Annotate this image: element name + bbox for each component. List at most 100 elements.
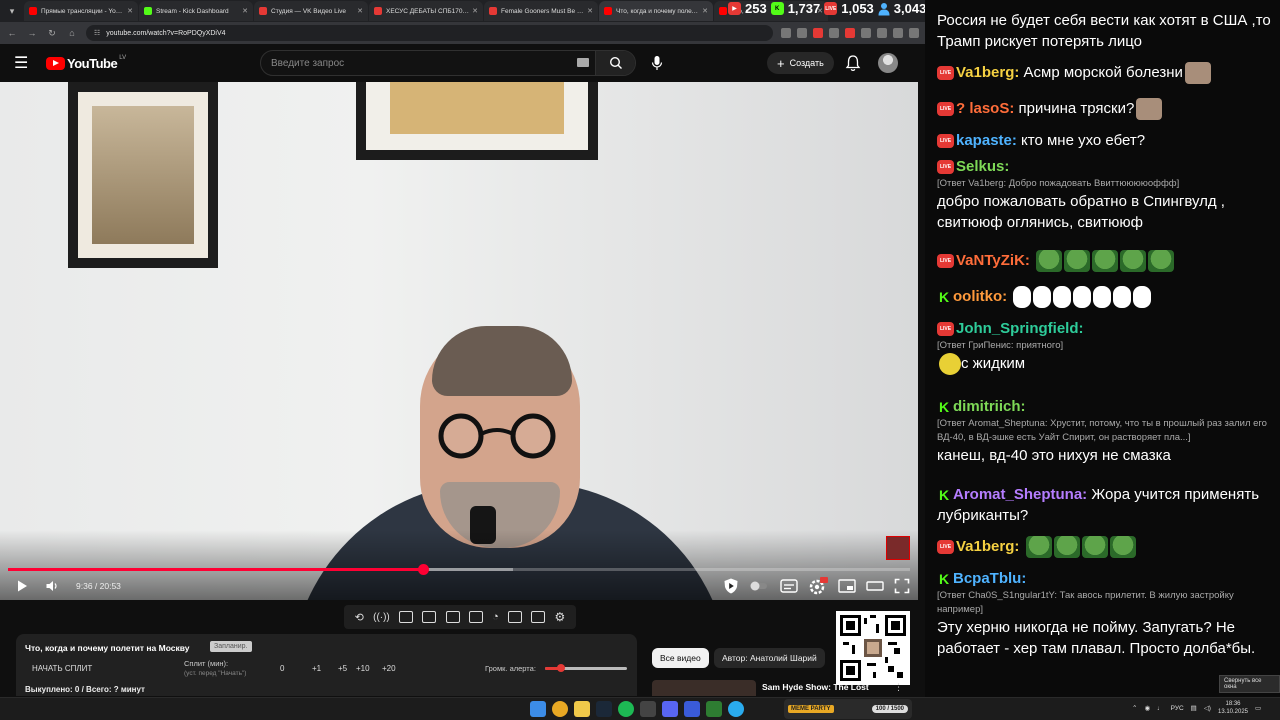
recommendation-menu-icon[interactable]: ⋮ bbox=[894, 682, 903, 693]
download-icon[interactable] bbox=[877, 28, 887, 38]
add-1-button[interactable]: +1 bbox=[312, 664, 321, 673]
browser-tab[interactable]: Студия — VK Видео Live ✕ bbox=[254, 1, 368, 21]
profile-icon[interactable] bbox=[893, 28, 903, 38]
tray-arrow-icon[interactable]: ⌃ bbox=[1132, 704, 1137, 712]
chat-username[interactable]: VaNTyZiK: bbox=[956, 252, 1030, 269]
clock[interactable]: 18:36 13.10.2025 bbox=[1218, 700, 1248, 716]
browser-tab[interactable]: Прямые трансляции - YouTube✕ bbox=[24, 1, 138, 21]
chat-username[interactable]: Va1berg: bbox=[956, 64, 1019, 81]
fullscreen-icon[interactable] bbox=[894, 578, 910, 594]
alert-volume-knob[interactable] bbox=[557, 664, 566, 672]
location-icon[interactable]: ◉ bbox=[1144, 704, 1150, 712]
loop-icon[interactable]: ⟲ bbox=[355, 611, 364, 624]
shield-play-icon[interactable] bbox=[722, 577, 740, 595]
tab-search-icon[interactable]: ▾ bbox=[4, 3, 20, 19]
reload-icon[interactable]: ↻ bbox=[46, 28, 58, 39]
microphone-tray-icon[interactable]: ♩ bbox=[1157, 705, 1164, 712]
chip-all-videos[interactable]: Все видео bbox=[652, 648, 709, 668]
discord-icon[interactable] bbox=[662, 701, 678, 717]
search-button[interactable] bbox=[595, 51, 635, 75]
chat-username[interactable]: Aromat_Sheptuna: bbox=[953, 486, 1087, 503]
app-icon[interactable] bbox=[706, 701, 722, 717]
create-button[interactable]: + Создать bbox=[767, 52, 834, 74]
tab-close-icon[interactable]: ✕ bbox=[472, 7, 478, 15]
tab-close-icon[interactable]: ✕ bbox=[127, 7, 133, 15]
theater-mode-icon[interactable] bbox=[866, 580, 884, 592]
filmstrip-icon[interactable] bbox=[468, 611, 483, 623]
alert-volume-slider[interactable] bbox=[545, 664, 627, 672]
autoplay-toggle-icon[interactable] bbox=[750, 580, 770, 592]
avatar[interactable] bbox=[878, 53, 898, 73]
menu-kebab-icon[interactable] bbox=[909, 28, 919, 38]
browser-tab[interactable]: Stream - Kick Dashboard ✕ bbox=[139, 1, 253, 21]
speed-gauge-icon[interactable]: ◔ bbox=[492, 611, 499, 623]
explorer-folder-icon[interactable] bbox=[574, 701, 590, 717]
recommendation-title[interactable]: Sam Hyde Show: The Lost bbox=[762, 682, 869, 692]
chat-username[interactable]: ? lasoS: bbox=[956, 100, 1014, 117]
chat-username[interactable]: oolitko: bbox=[953, 288, 1007, 305]
chrome-icon[interactable] bbox=[552, 701, 568, 717]
extension-settings-icon[interactable]: ⚙ bbox=[555, 610, 566, 624]
voice-search-button[interactable] bbox=[646, 52, 668, 74]
extension-icon[interactable] bbox=[829, 28, 839, 38]
notifications-bell-icon[interactable] bbox=[844, 54, 862, 72]
add-clip-icon[interactable] bbox=[508, 611, 523, 623]
home-icon[interactable]: ⌂ bbox=[66, 28, 78, 38]
extension-icon[interactable] bbox=[845, 28, 855, 38]
address-bar[interactable]: ☷ youtube.com/watch?v=RoPDQyXDiV4 bbox=[86, 25, 773, 41]
add-5-button[interactable]: +5 bbox=[338, 664, 347, 673]
youtube-logo[interactable]: YouTube LV bbox=[46, 55, 126, 71]
broadcast-icon[interactable]: ((·)) bbox=[373, 612, 390, 623]
extension-icon[interactable] bbox=[781, 28, 791, 38]
miniplayer-icon[interactable] bbox=[838, 579, 856, 593]
chat-username[interactable]: ВсраTblu: bbox=[953, 570, 1026, 587]
forward-icon[interactable]: → bbox=[26, 28, 38, 38]
network-icon[interactable]: ▤ bbox=[1191, 704, 1197, 712]
guide-menu-icon[interactable]: ☰ bbox=[14, 53, 34, 73]
browser-tab[interactable]: Female Gooners Must Be Stop ✕ bbox=[484, 1, 598, 21]
steam-icon[interactable] bbox=[596, 701, 612, 717]
tab-close-icon[interactable]: ✕ bbox=[702, 7, 708, 15]
channel-watermark[interactable] bbox=[886, 536, 910, 560]
meme-party-widget[interactable]: MEME PARTY 100 / 1500 bbox=[784, 699, 912, 719]
tab-close-icon[interactable]: ✕ bbox=[587, 7, 593, 15]
keyboard-icon[interactable] bbox=[577, 58, 589, 67]
browser-tab[interactable]: Что, когда и почему полетит ✕ bbox=[599, 1, 713, 21]
site-info-icon[interactable]: ☷ bbox=[94, 29, 100, 37]
chat-username[interactable]: Selkus: bbox=[956, 158, 1009, 175]
extensions-puzzle-icon[interactable] bbox=[861, 28, 871, 38]
recommendation-thumbnail[interactable] bbox=[652, 680, 756, 696]
telegram-icon[interactable] bbox=[728, 701, 744, 717]
add-20-button[interactable]: +20 bbox=[382, 664, 396, 673]
search-input[interactable]: Введите запрос bbox=[260, 50, 636, 76]
add-10-button[interactable]: +10 bbox=[356, 664, 370, 673]
browser-tab[interactable]: ХЕСУС ДЕБАТЫ СПБ1703 И ✕ bbox=[369, 1, 483, 21]
back-icon[interactable]: ← bbox=[6, 28, 18, 38]
volume-tray-icon[interactable]: ◁) bbox=[1204, 704, 1211, 712]
video-player[interactable]: 9:36 / 20:53 bbox=[0, 82, 918, 600]
extension-icon[interactable] bbox=[797, 28, 807, 38]
stats-icon[interactable] bbox=[399, 611, 414, 623]
chat-username[interactable]: Va1berg: bbox=[956, 538, 1019, 555]
subtitles-icon[interactable] bbox=[780, 579, 798, 593]
tab-close-icon[interactable]: ✕ bbox=[357, 7, 363, 15]
play-button[interactable] bbox=[12, 576, 32, 596]
chip-author[interactable]: Автор: Анатолий Шарий bbox=[714, 648, 825, 668]
settings-gear-icon[interactable] bbox=[808, 577, 828, 595]
chat-username[interactable]: dimitriich: bbox=[953, 398, 1026, 415]
tab-close-icon[interactable]: ✕ bbox=[242, 7, 248, 15]
notifications-icon[interactable]: ▭ bbox=[1255, 704, 1261, 712]
obs-icon[interactable] bbox=[640, 701, 656, 717]
start-split-button[interactable]: НАЧАТЬ СПЛИТ bbox=[32, 662, 92, 675]
spotify-icon[interactable] bbox=[618, 701, 634, 717]
app-icon[interactable] bbox=[684, 701, 700, 717]
language-indicator[interactable]: РУС bbox=[1171, 705, 1184, 712]
chat-username[interactable]: John_Springfield: bbox=[956, 320, 1084, 337]
crop-icon[interactable] bbox=[445, 611, 460, 623]
chat-username[interactable]: kapaste: bbox=[956, 132, 1017, 149]
volume-button[interactable] bbox=[42, 576, 62, 596]
extension-icon[interactable] bbox=[813, 28, 823, 38]
start-windows-icon[interactable] bbox=[530, 701, 546, 717]
clapperboard-icon[interactable] bbox=[422, 611, 437, 623]
progress-bar[interactable] bbox=[8, 564, 910, 575]
